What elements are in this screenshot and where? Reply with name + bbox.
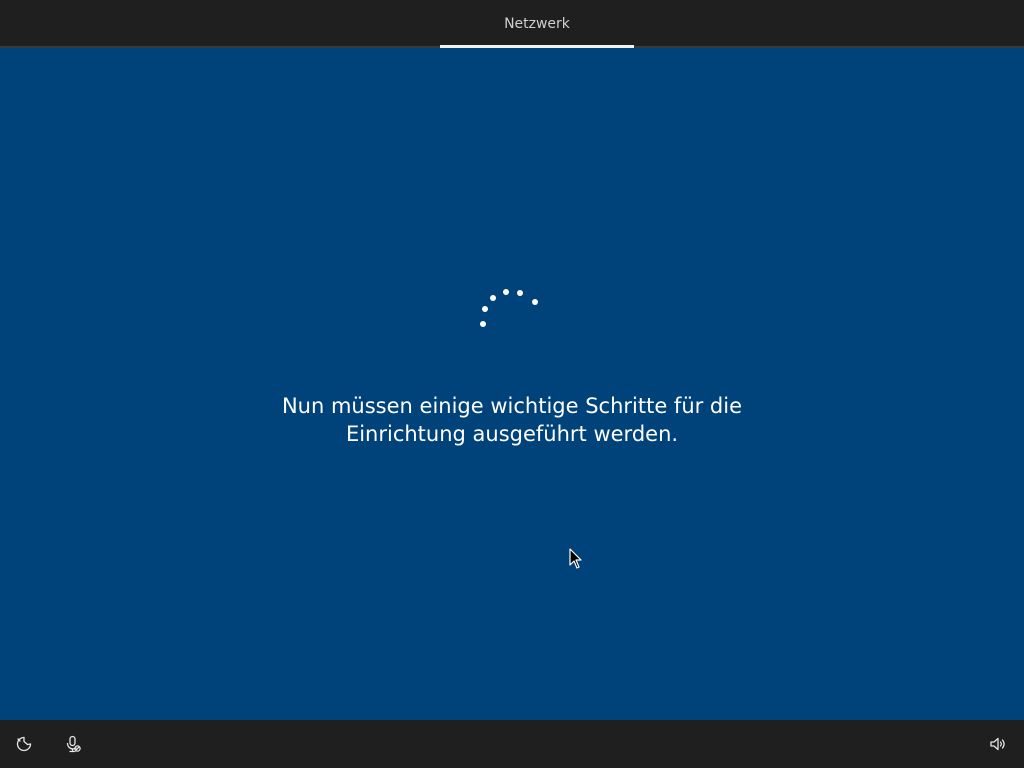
microphone-button[interactable] [61,732,85,756]
tab-netzwerk[interactable]: Netzwerk [440,0,634,48]
tab-netzwerk-label: Netzwerk [504,16,570,32]
ease-of-access-button[interactable] [12,732,36,756]
main-area [0,48,1024,720]
ease-of-access-icon [15,735,33,753]
mouse-cursor-icon [569,548,583,570]
spinner-dot [490,295,496,301]
volume-button[interactable] [986,732,1010,756]
setup-message-line-1: Nun müssen einige wichtige Schritte für … [281,394,743,418]
spinner-dot [480,321,486,327]
setup-message: Nun müssen einige wichtige Schritte für … [212,392,812,448]
spinner-dot [532,299,538,305]
microphone-icon [64,735,82,753]
volume-icon [989,735,1007,753]
spinner-dot [503,289,509,295]
loading-spinner-icon [470,280,550,340]
spinner-dot [482,306,488,312]
setup-message-line-2: Einrichtung ausgeführt werden. [345,422,679,446]
spinner-dot [517,290,523,296]
bottom-bar [0,720,1024,768]
